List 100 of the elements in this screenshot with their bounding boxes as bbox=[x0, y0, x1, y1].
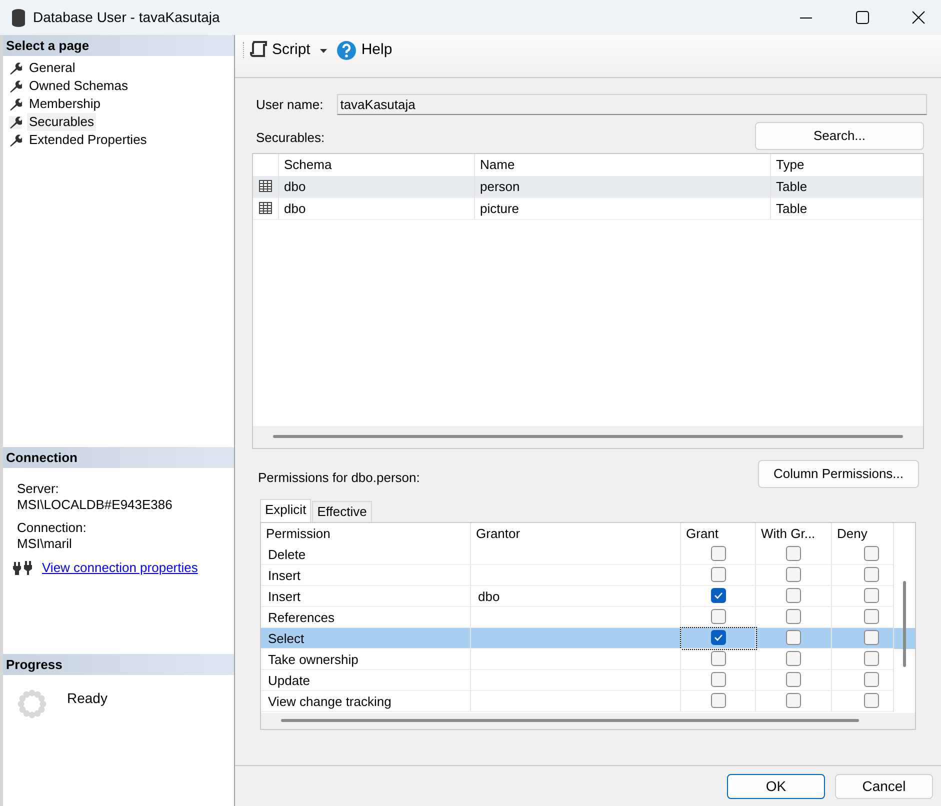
table-cell: person bbox=[480, 178, 520, 194]
permission-row[interactable]: Insert bbox=[261, 564, 915, 586]
wrench-icon bbox=[9, 62, 22, 75]
sidebar-item[interactable]: Membership bbox=[27, 95, 103, 114]
server-label: Server: bbox=[16, 481, 60, 497]
view-connection-link[interactable]: View connection properties bbox=[42, 558, 198, 578]
column-header[interactable]: Grant bbox=[681, 522, 756, 544]
column-header[interactable]: Type bbox=[771, 154, 923, 176]
sidebar-item[interactable]: Owned Schemas bbox=[27, 77, 130, 96]
permission-name: Delete bbox=[268, 546, 306, 562]
checkbox[interactable] bbox=[710, 588, 726, 604]
sidebar-item[interactable]: Securables bbox=[27, 113, 96, 132]
checkbox[interactable] bbox=[864, 567, 879, 582]
check-icon bbox=[714, 592, 722, 600]
checkbox[interactable] bbox=[786, 672, 801, 688]
script-button[interactable]: Script bbox=[248, 39, 312, 61]
checkbox[interactable] bbox=[710, 609, 726, 624]
checkbox[interactable] bbox=[786, 693, 801, 708]
checkbox[interactable] bbox=[710, 546, 726, 562]
table-row[interactable]: dbo person Table bbox=[253, 176, 923, 198]
caret-icon[interactable] bbox=[320, 49, 328, 53]
scrollbar-thumb[interactable] bbox=[273, 435, 903, 438]
scrollbar-thumb[interactable] bbox=[281, 719, 859, 722]
user-name-field[interactable]: tavaKasutaja bbox=[337, 94, 927, 115]
permission-name: References bbox=[268, 610, 334, 625]
sidebar-item[interactable]: General bbox=[27, 59, 78, 78]
checkbox[interactable] bbox=[864, 693, 879, 708]
permission-row[interactable]: Take ownership bbox=[261, 648, 915, 670]
securables-label: Securables: bbox=[256, 129, 325, 147]
dialog-button[interactable]: Cancel bbox=[835, 774, 933, 798]
sidebar-item[interactable]: Extended Properties bbox=[27, 131, 149, 150]
section-header: Select a page bbox=[3, 35, 234, 56]
permission-row[interactable]: View change tracking bbox=[261, 690, 915, 712]
permission-row[interactable]: Select bbox=[261, 628, 915, 649]
checkbox[interactable] bbox=[710, 651, 726, 666]
table-icon bbox=[259, 180, 272, 192]
permission-row[interactable]: Update bbox=[261, 670, 915, 691]
permission-name: Insert bbox=[268, 588, 301, 604]
wrench-icon bbox=[9, 116, 22, 129]
permission-name: Insert bbox=[268, 568, 301, 583]
table-cell: dbo bbox=[284, 178, 306, 194]
checkbox[interactable] bbox=[710, 693, 726, 708]
connection-name: MSI\maril bbox=[16, 536, 73, 552]
column-header[interactable]: Deny bbox=[832, 522, 894, 544]
checkbox[interactable] bbox=[864, 609, 879, 624]
checkbox[interactable] bbox=[864, 588, 879, 604]
tab[interactable]: Effective bbox=[312, 500, 372, 522]
wrench-icon bbox=[9, 80, 22, 93]
help-button[interactable]: Help bbox=[335, 39, 394, 61]
column-header[interactable]: With Gr... bbox=[756, 522, 832, 544]
scrollbar-thumb[interactable] bbox=[903, 580, 906, 667]
connection-label: Connection: bbox=[16, 520, 88, 536]
maximize-icon bbox=[856, 11, 868, 24]
dialog-button[interactable]: OK bbox=[727, 774, 825, 798]
checkbox[interactable] bbox=[710, 630, 726, 646]
checkbox[interactable] bbox=[786, 651, 801, 666]
checkbox[interactable] bbox=[710, 567, 726, 582]
checkbox[interactable] bbox=[864, 672, 879, 688]
server-name: MSI\LOCALDB#E943E386 bbox=[16, 497, 174, 513]
checkbox[interactable] bbox=[786, 609, 801, 624]
permission-name: Update bbox=[268, 672, 310, 688]
progress-status: Ready bbox=[67, 689, 108, 708]
permission-name: Select bbox=[268, 630, 304, 646]
help-icon bbox=[337, 40, 356, 60]
permission-row[interactable]: Delete bbox=[261, 544, 915, 565]
checkbox[interactable] bbox=[786, 588, 801, 604]
grantor-name: dbo bbox=[478, 588, 500, 604]
permissions-label: Permissions for dbo.person: bbox=[258, 469, 420, 487]
table-row[interactable]: dbo picture Table bbox=[253, 198, 923, 220]
check-icon bbox=[714, 634, 722, 642]
checkbox[interactable] bbox=[864, 630, 879, 646]
user-name-label: User name: bbox=[256, 96, 324, 114]
permission-name: View change tracking bbox=[268, 694, 392, 709]
checkbox[interactable] bbox=[710, 672, 726, 688]
checkbox[interactable] bbox=[864, 651, 879, 666]
plug-icon bbox=[13, 560, 33, 575]
spinner-icon bbox=[16, 688, 48, 720]
checkbox[interactable] bbox=[786, 567, 801, 582]
checkbox[interactable] bbox=[786, 546, 801, 562]
checkbox[interactable] bbox=[786, 630, 801, 646]
column-header[interactable]: Grantor bbox=[471, 522, 681, 544]
table-icon bbox=[259, 202, 272, 214]
window-title: Database User - tavaKasutaja bbox=[33, 8, 220, 27]
table-cell: picture bbox=[480, 200, 520, 216]
section-header: Connection bbox=[3, 447, 234, 468]
script-icon bbox=[250, 41, 267, 59]
permission-name: Take ownership bbox=[268, 652, 358, 667]
column-header[interactable]: Permission bbox=[261, 522, 471, 544]
search-button[interactable]: Search... bbox=[755, 122, 924, 150]
tab[interactable]: Explicit bbox=[260, 498, 312, 522]
checkbox[interactable] bbox=[864, 546, 879, 562]
close-icon bbox=[912, 11, 924, 24]
table-cell: Table bbox=[776, 178, 808, 194]
column-permissions-button[interactable]: Column Permissions... bbox=[758, 460, 919, 488]
table-cell: Table bbox=[776, 200, 808, 216]
table-cell: dbo bbox=[284, 200, 306, 216]
permission-row[interactable]: Insert dbo bbox=[261, 586, 915, 607]
section-header: Progress bbox=[3, 654, 234, 675]
wrench-icon bbox=[9, 134, 22, 147]
database-icon bbox=[12, 8, 25, 26]
